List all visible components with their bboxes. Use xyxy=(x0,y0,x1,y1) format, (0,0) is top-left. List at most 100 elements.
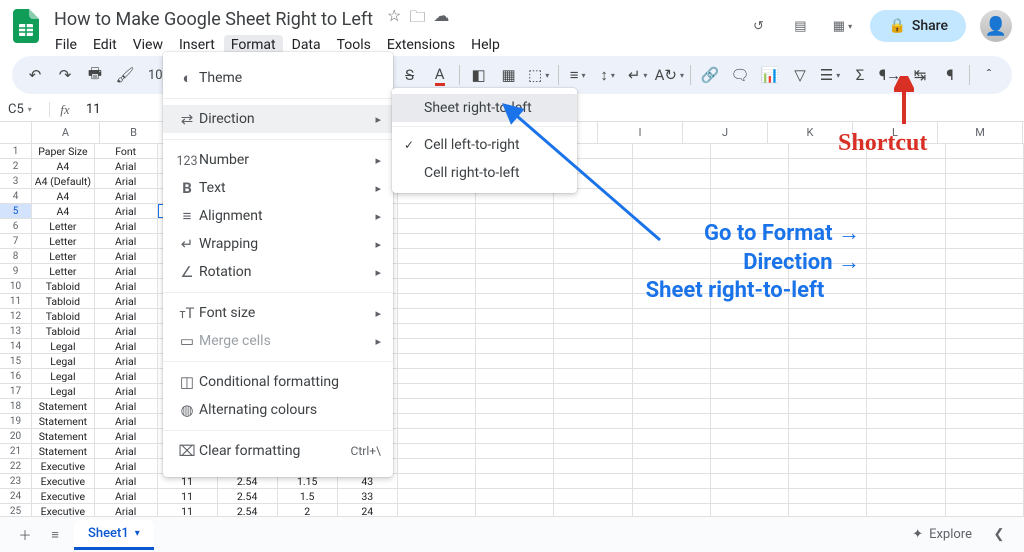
cell[interactable]: Arial xyxy=(95,354,158,368)
paint-format-button[interactable]: 🖌 xyxy=(112,62,138,88)
cell[interactable]: Arial xyxy=(95,474,158,488)
cell[interactable] xyxy=(789,369,867,383)
row-header[interactable]: 22 xyxy=(0,459,32,473)
cell[interactable] xyxy=(789,489,867,503)
wrap-button[interactable]: ↵ xyxy=(625,62,651,88)
v-align-button[interactable]: ↕ xyxy=(595,62,621,88)
cell[interactable] xyxy=(633,279,711,293)
cell[interactable] xyxy=(476,294,554,308)
cell[interactable] xyxy=(789,429,867,443)
row-header[interactable]: 20 xyxy=(0,429,32,443)
cell[interactable] xyxy=(867,249,945,263)
menu-item-clear-formatting[interactable]: ⌧Clear formattingCtrl+\ xyxy=(163,437,393,465)
submenu-cell-rtl[interactable]: Cell right-to-left xyxy=(392,159,577,187)
cell[interactable] xyxy=(946,414,1024,428)
cell[interactable]: Letter xyxy=(32,219,95,233)
cell[interactable]: Arial xyxy=(95,309,158,323)
cell[interactable]: Arial xyxy=(95,369,158,383)
cell[interactable] xyxy=(946,189,1024,203)
cell[interactable] xyxy=(789,354,867,368)
cell[interactable] xyxy=(789,384,867,398)
formula-input[interactable]: 11 xyxy=(80,102,101,117)
cell[interactable] xyxy=(554,399,632,413)
cell[interactable]: Letter xyxy=(32,264,95,278)
cell[interactable] xyxy=(398,429,476,443)
cell[interactable] xyxy=(789,174,867,188)
link-button[interactable]: 🔗 xyxy=(697,62,723,88)
row-header[interactable]: 2 xyxy=(0,159,32,173)
cell[interactable] xyxy=(633,339,711,353)
sheet-rtl-button[interactable]: ¶→ xyxy=(877,62,903,88)
menu-item-text[interactable]: BText▸ xyxy=(163,174,393,202)
cell[interactable] xyxy=(633,264,711,278)
cell[interactable] xyxy=(633,324,711,338)
cell[interactable] xyxy=(946,144,1024,158)
cell[interactable] xyxy=(476,474,554,488)
cell[interactable] xyxy=(946,249,1024,263)
menu-item-alignment[interactable]: ≡Alignment▸ xyxy=(163,202,393,230)
borders-button[interactable]: ▦ xyxy=(496,62,522,88)
cell[interactable]: Arial xyxy=(95,174,158,188)
submenu-cell-ltr[interactable]: ✓Cell left-to-right xyxy=(392,131,577,159)
cell[interactable] xyxy=(633,309,711,323)
cell[interactable] xyxy=(946,459,1024,473)
cell[interactable] xyxy=(398,474,476,488)
history-icon[interactable]: ↺ xyxy=(744,12,772,40)
cell[interactable]: Arial xyxy=(95,159,158,173)
cell[interactable] xyxy=(554,369,632,383)
cell[interactable] xyxy=(711,459,789,473)
row-header[interactable]: 4 xyxy=(0,189,32,203)
cell[interactable] xyxy=(867,369,945,383)
cell[interactable]: Arial xyxy=(95,279,158,293)
cell[interactable] xyxy=(946,309,1024,323)
row-header[interactable]: 11 xyxy=(0,294,32,308)
cell[interactable] xyxy=(711,354,789,368)
row-header[interactable]: 7 xyxy=(0,234,32,248)
cell[interactable]: Statement xyxy=(32,414,95,428)
cell[interactable] xyxy=(711,339,789,353)
cell[interactable]: Font xyxy=(95,144,158,158)
cell[interactable] xyxy=(398,399,476,413)
cell[interactable]: Legal xyxy=(32,384,95,398)
cell[interactable] xyxy=(867,264,945,278)
cell[interactable] xyxy=(711,414,789,428)
cell[interactable] xyxy=(711,429,789,443)
cell[interactable]: Arial xyxy=(95,384,158,398)
redo-button[interactable]: ↷ xyxy=(52,62,78,88)
cell[interactable] xyxy=(946,294,1024,308)
cell[interactable] xyxy=(946,429,1024,443)
cell[interactable] xyxy=(554,204,632,218)
menu-item-wrapping[interactable]: ↵Wrapping▸ xyxy=(163,230,393,258)
cell[interactable] xyxy=(633,249,711,263)
cell[interactable] xyxy=(789,264,867,278)
row-header[interactable]: 17 xyxy=(0,384,32,398)
cell[interactable] xyxy=(554,324,632,338)
cell[interactable] xyxy=(867,339,945,353)
menu-item-direction[interactable]: ⇄Direction▸ xyxy=(163,105,393,133)
cell[interactable]: 2.54 xyxy=(218,489,278,503)
cell[interactable] xyxy=(554,474,632,488)
cell[interactable] xyxy=(789,189,867,203)
cell[interactable] xyxy=(867,279,945,293)
cell[interactable] xyxy=(476,234,554,248)
cell[interactable] xyxy=(554,294,632,308)
grid-rows[interactable]: 1Paper SizeFont2A4Arial3A4 (Default)Aria… xyxy=(0,144,1024,530)
cell[interactable] xyxy=(946,264,1024,278)
cell[interactable]: Executive xyxy=(32,459,95,473)
cell[interactable] xyxy=(398,279,476,293)
cell[interactable] xyxy=(398,354,476,368)
cell[interactable] xyxy=(711,264,789,278)
cell[interactable] xyxy=(711,249,789,263)
cell[interactable]: A4 xyxy=(32,159,95,173)
cell[interactable] xyxy=(867,189,945,203)
cell[interactable] xyxy=(476,219,554,233)
cell[interactable]: Arial xyxy=(95,414,158,428)
cell[interactable] xyxy=(946,339,1024,353)
cell[interactable] xyxy=(867,174,945,188)
cell[interactable]: Arial xyxy=(95,234,158,248)
cell[interactable]: Arial xyxy=(95,489,158,503)
cell[interactable]: Arial xyxy=(95,429,158,443)
cell[interactable] xyxy=(789,444,867,458)
merge-button[interactable]: ⬚ xyxy=(526,62,552,88)
cell[interactable] xyxy=(867,384,945,398)
